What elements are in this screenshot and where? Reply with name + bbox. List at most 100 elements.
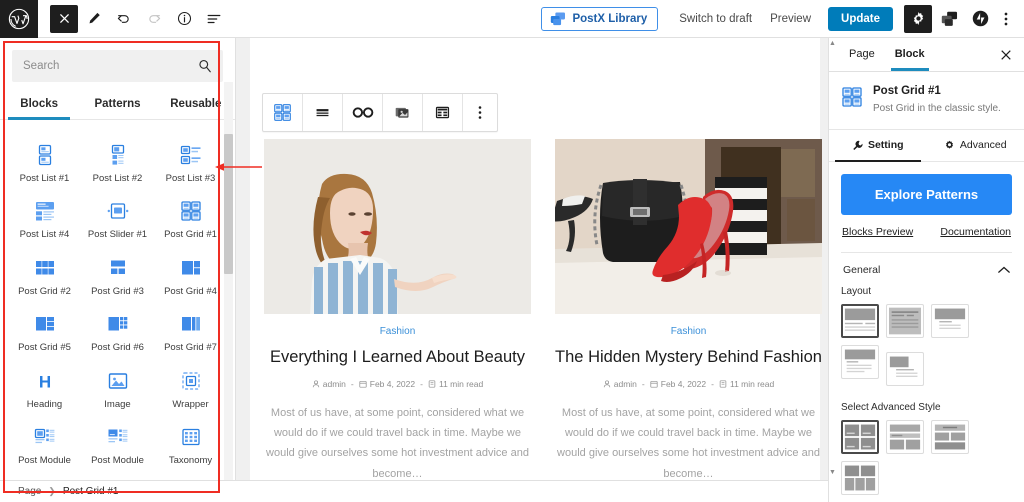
search-box[interactable] [12, 50, 223, 82]
block-item-partial[interactable] [154, 124, 227, 134]
block-item-post-grid-1[interactable]: Post Grid #1 [154, 190, 227, 246]
layout-option-5[interactable] [886, 352, 924, 386]
tab-blocks[interactable]: Blocks [0, 92, 78, 119]
more-options-button[interactable] [994, 5, 1018, 33]
general-panel: General Layout [841, 252, 1012, 502]
post-icon [33, 124, 57, 134]
post-icon [179, 124, 203, 134]
post-category-link[interactable]: Fashion [555, 326, 822, 337]
advanced-style-option-1[interactable] [841, 420, 879, 454]
post-title-link[interactable]: Everything I Learned About Beauty [264, 347, 531, 368]
subtab-setting[interactable]: Setting [829, 130, 927, 161]
top-bar-right-actions: PostX Library Switch to draft Preview Up… [541, 5, 1024, 33]
subtab-advanced[interactable]: Advanced [927, 130, 1024, 161]
image-icon [106, 369, 130, 393]
block-item-heading[interactable]: H Heading [8, 360, 81, 416]
block-item-post-grid-4[interactable]: Post Grid #4 [154, 247, 227, 303]
block-item-post-list-2[interactable]: Post List #2 [81, 134, 154, 190]
preview-button[interactable]: Preview [761, 8, 820, 30]
layout-option-4[interactable] [841, 345, 879, 379]
blocks-grid: Post List #1 Post List #2 [0, 134, 235, 473]
jetpack-button[interactable] [966, 5, 994, 33]
post-card[interactable]: Fashion The Hidden Mystery Behind Fashio… [555, 139, 822, 484]
block-item-post-list-1[interactable]: Post List #1 [8, 134, 81, 190]
block-item-post-grid-6[interactable]: Post Grid #6 [81, 303, 154, 359]
undo-button[interactable] [110, 5, 138, 33]
block-item-post-grid-3[interactable]: Post Grid #3 [81, 247, 154, 303]
advanced-style-option-2[interactable] [886, 420, 924, 454]
post-module-2-icon [106, 425, 130, 449]
meta-separator: - [420, 379, 423, 389]
settings-button[interactable] [904, 5, 932, 33]
block-item-image[interactable]: Image [81, 360, 154, 416]
breadcrumb-current[interactable]: Post Grid #1 [63, 486, 119, 497]
post-featured-image[interactable] [555, 139, 822, 314]
postx-library-label: PostX Library [572, 13, 647, 25]
edit-tool-button[interactable] [80, 5, 108, 33]
advanced-style-option-3[interactable] [931, 420, 969, 454]
inserter-search-wrap [0, 38, 235, 82]
details-button[interactable] [170, 5, 198, 33]
list-view-button[interactable] [200, 5, 228, 33]
block-item-post-list-4[interactable]: Post List #4 [8, 190, 81, 246]
post-grid-3-icon [106, 256, 130, 280]
postx-library-button[interactable]: PostX Library [541, 7, 658, 31]
block-label: Post Grid #4 [164, 287, 217, 297]
blocks-preview-link[interactable]: Blocks Preview [842, 226, 913, 238]
subtab-setting-label: Setting [868, 139, 904, 151]
inserter-scrollbar-thumb[interactable] [224, 134, 233, 274]
block-item-post-module-1[interactable]: Post Module [8, 416, 81, 472]
post-author: admin [603, 379, 637, 389]
post-meta: admin - Feb 4, 2022 - [264, 379, 531, 389]
selected-block-info: Post Grid #1 Post Grid in the classic st… [829, 72, 1024, 130]
search-input[interactable] [23, 60, 198, 72]
wrapper-icon [179, 369, 203, 393]
layout-option-1[interactable] [841, 304, 879, 338]
layout-option-3[interactable] [931, 304, 969, 338]
tab-block[interactable]: Block [885, 39, 935, 70]
close-inserter-button[interactable] [50, 5, 78, 33]
chevron-up-icon[interactable] [998, 266, 1010, 274]
align-button[interactable] [303, 94, 343, 131]
update-button[interactable]: Update [828, 7, 893, 31]
block-item-post-grid-7[interactable]: Post Grid #7 [154, 303, 227, 359]
general-panel-header[interactable]: General [841, 253, 1012, 286]
post-grid-1-icon [841, 86, 863, 108]
post-title-link[interactable]: The Hidden Mystery Behind Fashion [555, 347, 822, 368]
post-category-link[interactable]: Fashion [264, 326, 531, 337]
block-item-post-slider-1[interactable]: Post Slider #1 [81, 190, 154, 246]
layout-grid-button[interactable] [423, 94, 463, 131]
block-type-postgrid-button[interactable] [263, 94, 303, 131]
link-button[interactable] [343, 94, 383, 131]
breadcrumb-separator-icon: ❯ [48, 486, 56, 497]
tab-patterns[interactable]: Patterns [78, 92, 156, 119]
blocks-stack-button[interactable] [935, 5, 963, 33]
layout-option-2[interactable] [886, 304, 924, 338]
block-item-taxonomy[interactable]: Taxonomy [154, 416, 227, 472]
advanced-style-option-4[interactable] [841, 461, 879, 495]
blocks-scroll-area[interactable]: Post List #1 Post List #2 [0, 120, 235, 482]
close-sidebar-button[interactable] [996, 45, 1016, 65]
block-item-post-grid-2[interactable]: Post Grid #2 [8, 247, 81, 303]
post-grid-block[interactable]: Fashion Everything I Learned About Beaut… [250, 139, 820, 484]
switch-to-draft-button[interactable]: Switch to draft [670, 8, 761, 30]
breadcrumb-root[interactable]: Page [18, 486, 41, 497]
media-button[interactable] [383, 94, 423, 131]
post-author-name: admin [323, 379, 346, 389]
sidebar-scroll-down-arrow[interactable]: ▼ [829, 469, 836, 476]
block-item-wrapper[interactable]: Wrapper [154, 360, 227, 416]
block-item-partial[interactable] [81, 124, 154, 134]
wordpress-logo-button[interactable] [0, 0, 38, 38]
editor-canvas: Fashion Everything I Learned About Beaut… [236, 38, 828, 502]
block-item-partial[interactable] [8, 124, 81, 134]
post-featured-image[interactable] [264, 139, 531, 314]
post-read-time: 11 min read [719, 379, 774, 389]
block-more-options-button[interactable] [463, 94, 497, 131]
tab-page[interactable]: Page [839, 39, 885, 70]
documentation-link[interactable]: Documentation [940, 226, 1011, 238]
post-card[interactable]: Fashion Everything I Learned About Beaut… [264, 139, 531, 484]
block-item-post-module-2[interactable]: Post Module [81, 416, 154, 472]
explore-patterns-button[interactable]: Explore Patterns [841, 174, 1012, 215]
redo-button[interactable] [140, 5, 168, 33]
block-item-post-grid-5[interactable]: Post Grid #5 [8, 303, 81, 359]
